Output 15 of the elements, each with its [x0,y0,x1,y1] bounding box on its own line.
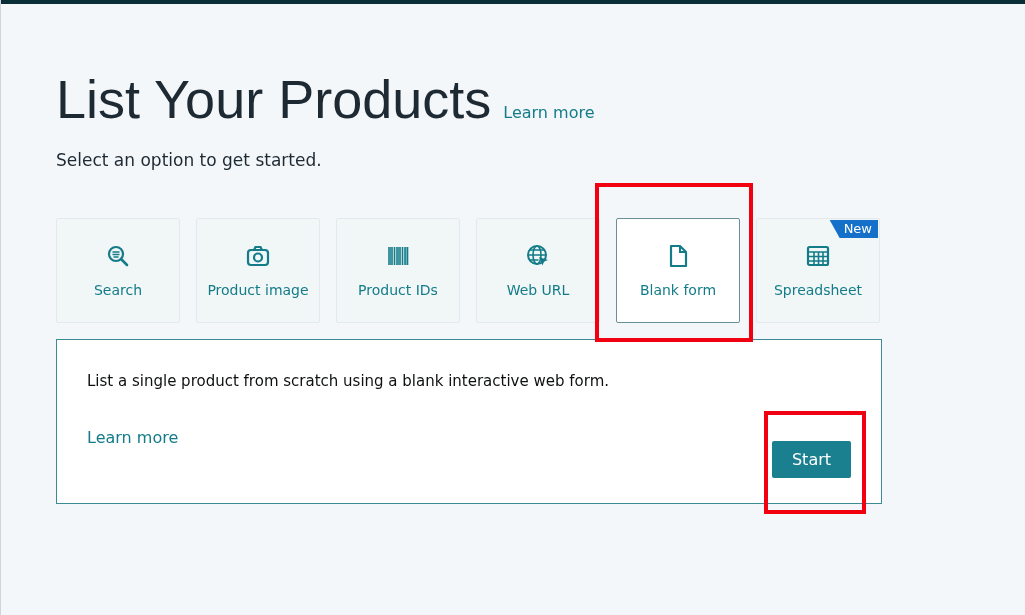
learn-more-link[interactable]: Learn more [503,103,595,122]
globe-cursor-icon [526,243,550,268]
option-card[interactable]: Search [56,218,180,323]
subtitle: Select an option to get started. [56,150,323,170]
option-card[interactable]: Web URL [476,218,600,323]
search-icon [106,243,130,268]
learn-more-link[interactable]: Learn more [87,428,179,447]
option-card[interactable]: Product IDs [336,218,460,323]
camera-icon [246,243,270,268]
table-icon [806,243,830,268]
option-description: List a single product from scratch using a blank interactive web form. [87,372,610,390]
option-card[interactable]: Blank form [616,218,740,323]
start-button[interactable]: Start [772,441,851,478]
page-title: List Your Products [56,68,492,131]
option-card[interactable]: Product image [196,218,320,323]
